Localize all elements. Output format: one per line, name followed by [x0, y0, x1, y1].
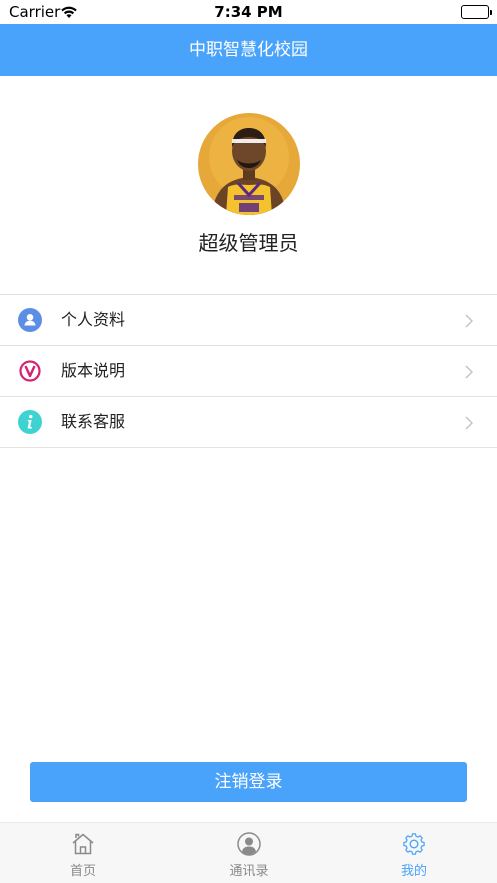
- chevron-right-icon: [465, 415, 474, 434]
- profile-section: 超级管理员: [0, 113, 497, 256]
- page-title: 中职智慧化校园: [189, 40, 308, 60]
- tab-label: 首页: [69, 864, 96, 879]
- gear-icon: [402, 832, 426, 856]
- chevron-right-icon: [465, 364, 474, 383]
- user-icon: [18, 308, 42, 332]
- tab-label: 通讯录: [229, 864, 269, 879]
- logout-button[interactable]: 注销登录: [30, 762, 467, 802]
- menu-item-support[interactable]: 联系客服: [0, 397, 497, 448]
- chevron-right-icon: [465, 313, 474, 332]
- avatar[interactable]: [197, 113, 300, 215]
- battery-icon: [461, 5, 492, 19]
- tab-mine[interactable]: 我的: [331, 823, 497, 883]
- version-v-icon: [18, 359, 42, 383]
- nav-bar: 中职智慧化校园: [0, 24, 497, 76]
- tab-bar: 首页 通讯录 我的: [0, 822, 497, 883]
- menu-item-profile[interactable]: 个人资料: [0, 295, 497, 346]
- user-avatar-photo: [197, 113, 300, 215]
- menu-item-label: 联系客服: [61, 412, 126, 431]
- tab-label: 我的: [400, 864, 427, 879]
- profile-name: 超级管理员: [198, 231, 299, 255]
- info-icon: [18, 410, 42, 434]
- status-bar: Carrier 7:34 PM: [0, 0, 497, 24]
- settings-menu: 个人资料 版本说明 联系客服: [0, 294, 497, 448]
- tab-contacts[interactable]: 通讯录: [166, 823, 332, 883]
- menu-item-label: 版本说明: [61, 361, 126, 380]
- menu-item-version[interactable]: 版本说明: [0, 346, 497, 397]
- menu-item-label: 个人资料: [61, 310, 126, 329]
- status-time: 7:34 PM: [214, 3, 283, 21]
- home-icon: [71, 832, 95, 856]
- contacts-icon: [237, 832, 261, 856]
- tab-home[interactable]: 首页: [0, 823, 166, 883]
